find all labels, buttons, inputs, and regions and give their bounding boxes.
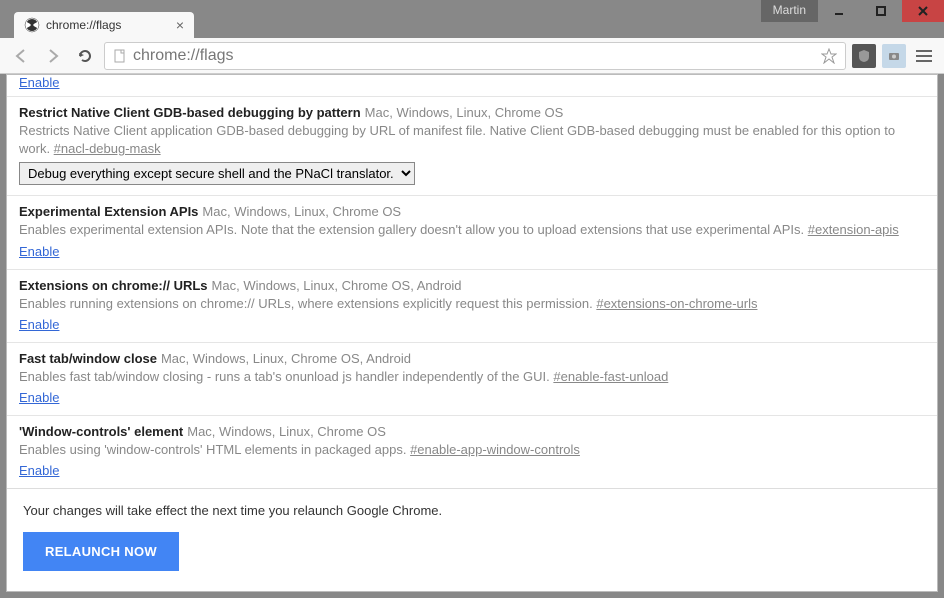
relaunch-button[interactable]: RELAUNCH NOW [23, 532, 179, 571]
flag-anchor-link[interactable]: #extension-apis [808, 222, 899, 237]
flag-enable-link[interactable]: Enable [19, 244, 59, 259]
forward-button[interactable] [40, 43, 66, 69]
arrow-left-icon [12, 47, 30, 65]
flag-anchor-link[interactable]: #nacl-debug-mask [54, 141, 161, 156]
close-icon [917, 5, 929, 17]
flag-description: Enables fast tab/window closing - runs a… [19, 368, 925, 386]
url-input[interactable] [133, 47, 821, 65]
flag-item: Restrict Native Client GDB-based debuggi… [7, 97, 937, 196]
flag-item: Experimental Extension APIs Mac, Windows,… [7, 196, 937, 269]
flag-platforms: Mac, Windows, Linux, Chrome OS [365, 105, 564, 120]
flag-description: Enables experimental extension APIs. Not… [19, 221, 925, 239]
flag-title: 'Window-controls' element [19, 424, 183, 439]
flag-title: Restrict Native Client GDB-based debuggi… [19, 105, 361, 120]
flag-enable-link[interactable]: Enable [19, 463, 59, 478]
shield-icon [857, 49, 871, 63]
flag-title: Fast tab/window close [19, 351, 157, 366]
extension-icon[interactable] [882, 44, 906, 68]
flag-title: Experimental Extension APIs [19, 204, 198, 219]
flag-title: Extensions on chrome:// URLs [19, 278, 208, 293]
browser-tab[interactable]: chrome://flags × [14, 12, 194, 38]
ublock-extension-icon[interactable] [852, 44, 876, 68]
maximize-button[interactable] [860, 0, 902, 22]
flag-item: 'Window-controls' element Mac, Windows, L… [7, 416, 937, 488]
maximize-icon [875, 5, 887, 17]
relaunch-footer: Your changes will take effect the next t… [7, 488, 937, 591]
flag-anchor-link[interactable]: #extensions-on-chrome-urls [596, 296, 757, 311]
reload-icon [76, 47, 94, 65]
toolbar [0, 38, 944, 74]
flag-description: Restricts Native Client application GDB-… [19, 122, 925, 158]
omnibox[interactable] [104, 42, 846, 70]
page-icon [113, 49, 127, 63]
arrow-right-icon [44, 47, 62, 65]
flag-enable-link[interactable]: Enable [19, 317, 59, 332]
flag-platforms: Mac, Windows, Linux, Chrome OS, Android [161, 351, 411, 366]
radioactive-icon [24, 17, 40, 33]
hamburger-icon [916, 50, 932, 52]
flag-platforms: Mac, Windows, Linux, Chrome OS, Android [212, 278, 462, 293]
camera-icon [887, 49, 901, 63]
flag-select[interactable]: Debug everything except secure shell and… [19, 162, 415, 185]
truncated-enable-link[interactable]: Enable [7, 75, 937, 97]
back-button[interactable] [8, 43, 34, 69]
flag-item: Extensions on chrome:// URLs Mac, Windows… [7, 270, 937, 343]
tab-close-icon[interactable]: × [176, 17, 184, 33]
flag-description: Enables running extensions on chrome:// … [19, 295, 925, 313]
flag-anchor-link[interactable]: #enable-app-window-controls [410, 442, 580, 457]
flag-platforms: Mac, Windows, Linux, Chrome OS [202, 204, 401, 219]
flag-anchor-link[interactable]: #enable-fast-unload [553, 369, 668, 384]
minimize-button[interactable] [818, 0, 860, 22]
flag-description: Enables using 'window-controls' HTML ele… [19, 441, 925, 459]
flags-content[interactable]: Enable Restrict Native Client GDB-based … [7, 75, 937, 488]
user-badge[interactable]: Martin [761, 0, 818, 22]
tab-title: chrome://flags [46, 18, 176, 32]
flag-item: Fast tab/window close Mac, Windows, Linux… [7, 343, 937, 416]
minimize-icon [833, 5, 845, 17]
bookmark-star-icon[interactable] [821, 48, 837, 64]
flag-platforms: Mac, Windows, Linux, Chrome OS [187, 424, 386, 439]
footer-message: Your changes will take effect the next t… [23, 503, 921, 518]
reload-button[interactable] [72, 43, 98, 69]
menu-button[interactable] [912, 44, 936, 68]
close-button[interactable] [902, 0, 944, 22]
flag-enable-link[interactable]: Enable [19, 390, 59, 405]
